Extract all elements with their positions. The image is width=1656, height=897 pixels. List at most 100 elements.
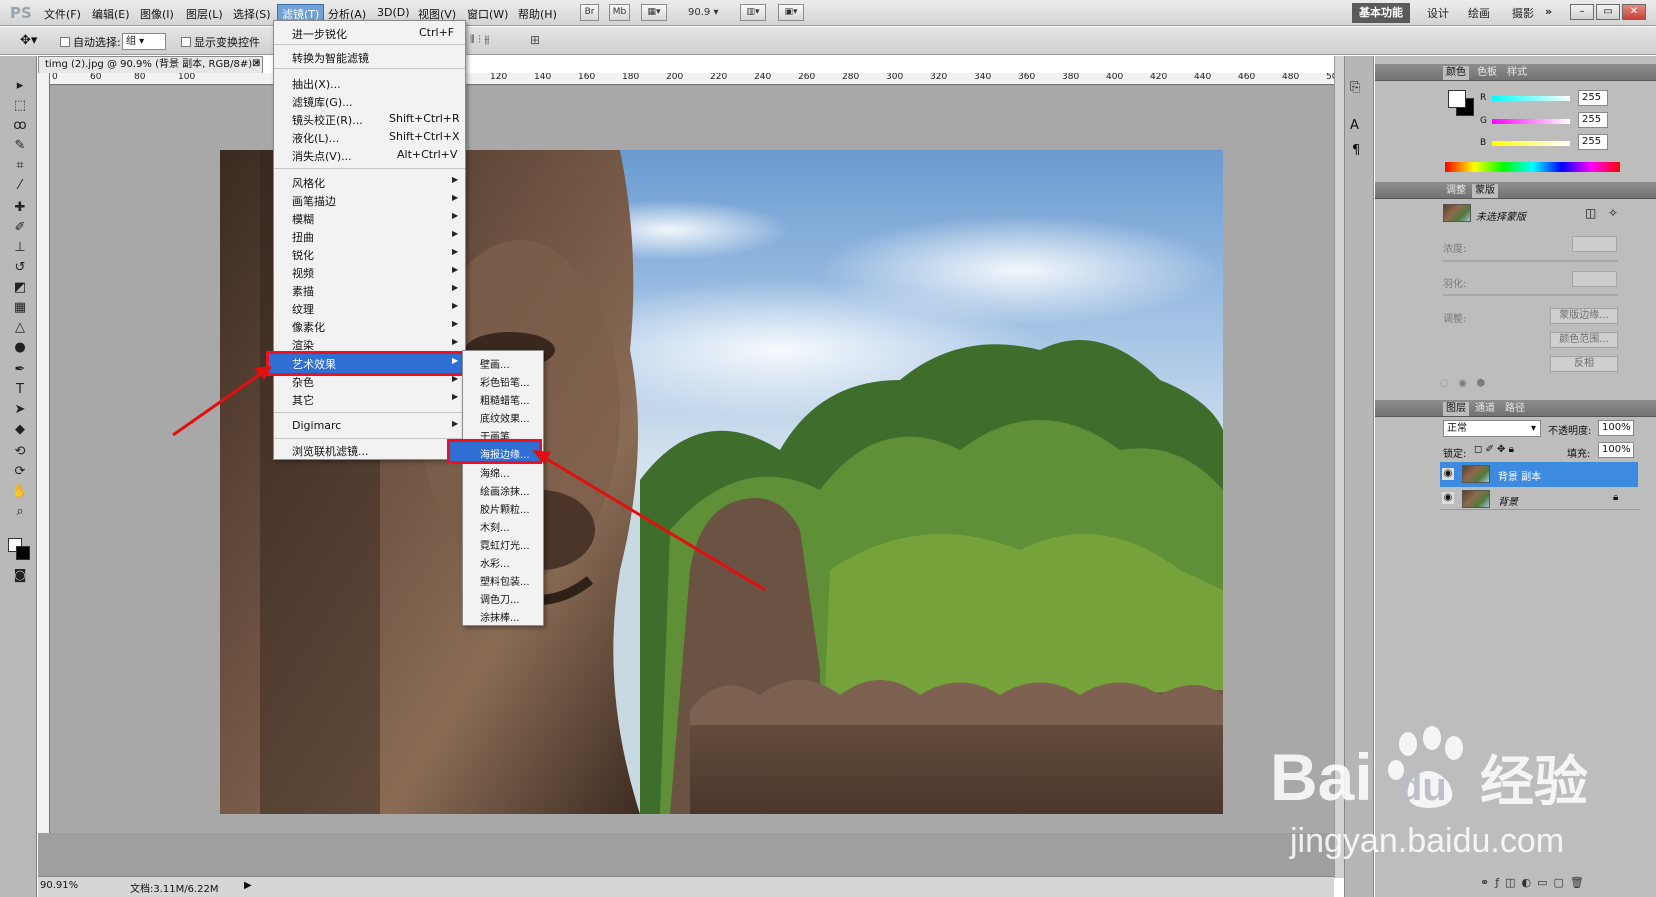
tab-adjustments[interactable]: 调整 [1443, 184, 1469, 198]
channel-b-value[interactable]: 255 [1578, 134, 1608, 150]
auto-select-target-select[interactable]: 组 ▾ [122, 33, 166, 50]
filter-last-sharpen[interactable]: 进一步锐化 Ctrl+F [292, 26, 454, 42]
filter-texture[interactable]: 纹理 ▶ [292, 301, 458, 317]
artistic-fresco[interactable]: 壁画... [480, 356, 510, 371]
vector-mask-icon[interactable]: ✧ [1608, 206, 1618, 220]
filter-other[interactable]: 其它 ▶ [292, 392, 458, 408]
tab-channels[interactable]: 通道 [1472, 402, 1498, 416]
type-tool-icon[interactable]: T [10, 382, 30, 398]
channel-b-slider[interactable] [1492, 141, 1570, 146]
filter-video[interactable]: 视频 ▶ [292, 265, 458, 281]
arrange-documents-dropdown[interactable]: ▥▾ [740, 4, 766, 21]
character-panel-icon[interactable]: A [1350, 118, 1359, 133]
artistic-smudge-stick[interactable]: 涂抹棒... [480, 609, 520, 624]
density-slider[interactable] [1443, 260, 1618, 262]
restore-button[interactable]: ▭ [1596, 4, 1620, 20]
workspace-photography[interactable]: 摄影 [1512, 5, 1534, 21]
close-document-icon[interactable]: ⊠ [252, 58, 260, 69]
layer-visibility-eye-icon[interactable]: ◉ [1442, 468, 1454, 480]
move-tool-icon[interactable]: ▸ [10, 78, 30, 94]
document-tab[interactable]: timg (2).jpg @ 90.9% (背景 副本, RGB/8#) * [38, 56, 263, 73]
feather-slider[interactable] [1443, 294, 1618, 296]
tab-masks[interactable]: 蒙版 [1472, 184, 1498, 198]
artistic-colored-pencil[interactable]: 彩色铅笔... [480, 374, 530, 389]
crop-tool-icon[interactable]: ⌗ [10, 158, 30, 174]
filter-pixelate[interactable]: 像素化 ▶ [292, 319, 458, 335]
density-input[interactable] [1572, 236, 1617, 252]
layer-name[interactable]: 背景 副本 [1498, 468, 1541, 483]
layer-visibility-eye-icon[interactable]: ◉ [1442, 492, 1454, 504]
artistic-rough-pastels[interactable]: 粗糙蜡笔... [480, 392, 530, 407]
quick-select-tool-icon[interactable]: ✎ [10, 138, 30, 154]
filter-browse-online[interactable]: 浏览联机滤镜... [292, 443, 369, 459]
color-range-button[interactable]: 颜色范围... [1550, 332, 1618, 348]
checkbox-box[interactable] [60, 37, 70, 47]
artistic-plastic-wrap[interactable]: 塑料包装... [480, 573, 530, 588]
filter-sketch[interactable]: 素描 ▶ [292, 283, 458, 299]
more-workspaces[interactable]: » [1545, 5, 1552, 18]
filter-blur[interactable]: 模糊 ▶ [292, 211, 458, 227]
invert-button[interactable]: 反相 [1550, 356, 1618, 372]
channel-r-value[interactable]: 255 [1578, 90, 1608, 106]
apply-mask-icon[interactable]: ⬢ [1477, 378, 1486, 389]
menu-file[interactable]: 文件(F) [44, 6, 81, 22]
tab-swatches[interactable]: 色板 [1474, 66, 1500, 80]
layers-footer-icons[interactable]: ⚭ƒ◫◐▭▢🗑︎ [1480, 876, 1590, 889]
3d-rotate-tool-icon[interactable]: ⟲ [10, 444, 30, 460]
checkbox-box[interactable] [181, 37, 191, 47]
filter-gallery[interactable]: 滤镜库(G)... [292, 94, 353, 110]
tab-color[interactable]: 颜色 [1443, 66, 1469, 80]
color-fg-swatch-front[interactable] [1448, 90, 1466, 108]
filter-vanishing-point[interactable]: 消失点(V)... Alt+Ctrl+V [292, 148, 457, 164]
filter-brush-strokes[interactable]: 画笔描边 ▶ [292, 193, 458, 209]
auto-select-checkbox[interactable]: 自动选择: [60, 34, 121, 50]
zoom-level-dropdown[interactable]: 90.9 ▾ [688, 4, 738, 21]
history-panel-icon[interactable]: ⎘ [1350, 80, 1360, 95]
artistic-paint-daubs[interactable]: 绘画涂抹... [480, 483, 530, 498]
menu-layer[interactable]: 图层(L) [186, 6, 223, 22]
marquee-tool-icon[interactable]: ⬚ [10, 98, 30, 114]
filter-artistic[interactable]: 艺术效果 ▶ [292, 356, 458, 372]
view-extras-dropdown[interactable]: ▦▾ [641, 4, 667, 21]
eraser-tool-icon[interactable]: ◩ [10, 280, 30, 296]
close-button[interactable]: ✕ [1622, 4, 1646, 20]
filter-convert-smart[interactable]: 转换为智能滤镜 [292, 50, 369, 66]
artistic-underpainting[interactable]: 底纹效果... [480, 410, 530, 425]
brush-tool-icon[interactable]: ✐ [10, 220, 30, 236]
workspace-design[interactable]: 设计 [1427, 5, 1449, 21]
dodge-tool-icon[interactable]: ● [10, 340, 30, 356]
lock-icons[interactable]: ◻ ✐ ✥ 🔒︎ [1474, 444, 1514, 455]
filter-digimarc[interactable]: Digimarc ▶ [292, 419, 458, 432]
feather-input[interactable] [1572, 271, 1617, 287]
view-mask-icon[interactable]: ◉ [1458, 378, 1467, 389]
artistic-watercolor[interactable]: 水彩... [480, 555, 510, 570]
blur-tool-icon[interactable]: △ [10, 320, 30, 336]
bridge-button[interactable]: Br [580, 4, 599, 21]
artistic-neon-glow[interactable]: 霓虹灯光... [480, 537, 530, 552]
zoom-tool-icon[interactable]: ⌕ [10, 504, 30, 520]
hand-tool-icon[interactable]: ✋ [10, 484, 30, 500]
workspace-essentials[interactable]: 基本功能 [1352, 3, 1410, 23]
menu-window[interactable]: 窗口(W) [467, 6, 508, 22]
filter-sharpen[interactable]: 锐化 ▶ [292, 247, 458, 263]
show-transform-checkbox[interactable]: 显示变换控件 [181, 34, 260, 50]
fill-input[interactable]: 100% [1598, 442, 1634, 458]
menu-edit[interactable]: 编辑(E) [92, 6, 130, 22]
filter-liquify[interactable]: 液化(L)... Shift+Ctrl+X [292, 130, 460, 146]
filter-noise[interactable]: 杂色 ▶ [292, 374, 458, 390]
menu-select[interactable]: 选择(S) [233, 6, 271, 22]
filter-lens-correction[interactable]: 镜头校正(R)... Shift+Ctrl+R [292, 112, 460, 128]
opacity-input[interactable]: 100% [1598, 420, 1634, 436]
screen-mode-dropdown[interactable]: ▣▾ [778, 4, 804, 21]
path-select-tool-icon[interactable]: ➤ [10, 402, 30, 418]
gradient-tool-icon[interactable]: ▦ [10, 300, 30, 316]
vertical-scrollbar[interactable] [1334, 56, 1344, 878]
paragraph-panel-icon[interactable]: ¶ [1352, 143, 1360, 158]
channel-g-value[interactable]: 255 [1578, 112, 1608, 128]
menu-help[interactable]: 帮助(H) [518, 6, 557, 22]
clone-stamp-tool-icon[interactable]: ⊥ [10, 240, 30, 256]
healing-brush-tool-icon[interactable]: ✚ [10, 200, 30, 216]
align-distribute-icons[interactable]: ⫴ ⫶ ⫵ [470, 33, 489, 47]
channel-g-slider[interactable] [1492, 119, 1570, 124]
mask-edge-button[interactable]: 蒙版边缘... [1550, 308, 1618, 324]
